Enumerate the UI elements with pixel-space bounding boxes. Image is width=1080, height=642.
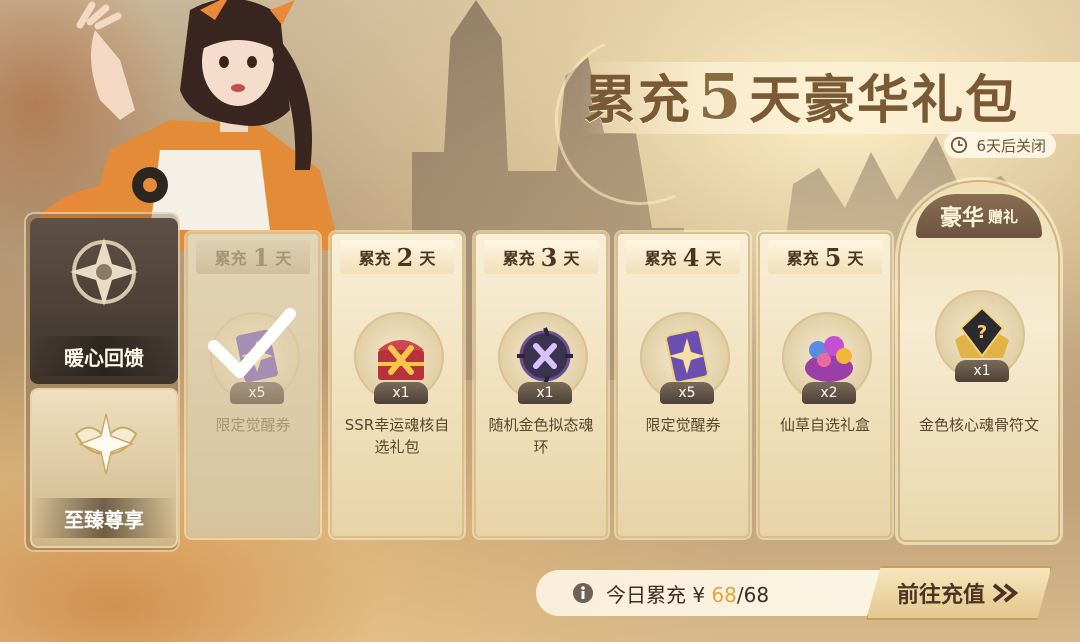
- countdown-text: 6天后关闭: [976, 136, 1046, 155]
- item-frame: x1: [498, 312, 588, 404]
- item-name: 随机金色拟态魂环: [488, 416, 594, 456]
- item-name: 限定觉醒券: [215, 416, 291, 434]
- item-name: 限定觉醒券: [645, 416, 721, 434]
- go-recharge-label: 前往充值: [896, 582, 985, 608]
- double-chevron-right-icon: [992, 583, 1019, 603]
- item-quantity: x5: [660, 382, 714, 404]
- countdown-badge: 6天后关闭: [944, 132, 1056, 158]
- recharge-target: 68: [743, 582, 770, 607]
- tab-supreme-privilege[interactable]: 至臻尊享: [30, 388, 178, 548]
- page-title: 累充5 天豪华礼包: [584, 60, 1020, 133]
- day-card-header: 累充 2 天: [340, 240, 454, 274]
- item-quantity: x1: [955, 360, 1009, 382]
- item-frame: ? x1: [935, 290, 1025, 382]
- tab-warm-feedback-label: 暖心回馈: [30, 336, 178, 376]
- item-frame: x1: [354, 312, 444, 404]
- tab-warm-feedback[interactable]: 暖心回馈: [30, 218, 178, 384]
- day-card-2[interactable]: 累充 2 天 x1 SSR幸运魂核自选礼包: [330, 232, 464, 538]
- item-quantity: x2: [802, 382, 856, 404]
- day-card-header: 累充 1 天: [196, 240, 310, 274]
- item-frame: x5: [640, 312, 730, 404]
- item-name: 仙草自选礼盒: [779, 416, 870, 434]
- recharge-text: 今日累充 ¥ 68/68: [606, 582, 770, 607]
- svg-text:?: ?: [977, 322, 987, 343]
- item-quantity: x1: [518, 382, 572, 404]
- clock-icon: [951, 136, 968, 154]
- info-icon[interactable]: [572, 582, 594, 604]
- day-card-header: 累充 3 天: [484, 240, 598, 274]
- luxury-gift-card[interactable]: 豪华 赠礼 ? x1 金色核心魂骨符文: [898, 180, 1060, 542]
- recharge-current: 68: [711, 582, 737, 607]
- item-quantity: x1: [374, 382, 428, 404]
- day-card-header: 累充 5 天: [768, 240, 882, 274]
- day-card-1[interactable]: 累充 1 天 x5 限定觉醒券: [186, 232, 320, 538]
- today-recharge-bar: 今日累充 ¥ 68/68: [536, 570, 896, 616]
- tab-supreme-privilege-label: 至臻尊享: [32, 498, 176, 538]
- wing-star-emblem-icon: [74, 413, 138, 475]
- day-card-header: 累充 4 天: [626, 240, 740, 274]
- day-card-4[interactable]: 累充 4 天 x5 限定觉醒券: [616, 232, 750, 538]
- item-quantity: x5: [230, 382, 284, 404]
- go-recharge-button[interactable]: 前往充值: [866, 566, 1052, 620]
- day-card-5[interactable]: 累充 5 天 x2 仙草自选礼盒: [758, 232, 892, 538]
- luxury-gift-header: 豪华 赠礼: [916, 194, 1042, 238]
- item-name: 金色核心魂骨符文: [918, 416, 1039, 434]
- item-name: SSR幸运魂核自选礼包: [344, 416, 450, 456]
- day-card-3[interactable]: 累充 3 天 x1 随机金色拟态魂环: [474, 232, 608, 538]
- item-frame: x2: [782, 312, 872, 404]
- compass-star-emblem-icon: [70, 238, 138, 306]
- claimed-check-icon: [208, 308, 296, 378]
- sidebar: 暖心回馈 至臻尊享: [24, 212, 180, 552]
